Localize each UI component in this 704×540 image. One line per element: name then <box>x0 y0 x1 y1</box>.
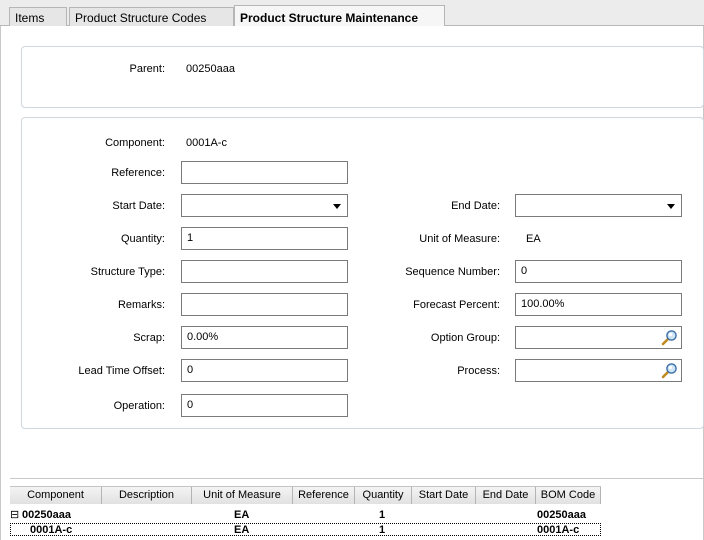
forecast-percent-label: Forecast Percent: <box>413 299 500 311</box>
start-date-dropdown[interactable] <box>181 194 348 217</box>
tab-items-label: Items <box>15 11 45 25</box>
tab-bar: Items Product Structure Codes Product St… <box>0 0 704 27</box>
magnifier-icon[interactable] <box>661 362 678 379</box>
row-component: 00250aaa <box>22 509 71 521</box>
component-label: Component: <box>105 137 165 149</box>
row-component: 0001A-c <box>30 524 73 536</box>
component-panel: Component: 0001A-c Reference: Start Date… <box>21 117 704 429</box>
lead-time-offset-input[interactable]: 0 <box>181 359 348 382</box>
grid-header: Component Description Unit of Measure Re… <box>10 486 601 504</box>
remarks-label: Remarks: <box>117 299 165 311</box>
start-date-label: Start Date: <box>112 200 165 212</box>
unit-of-measure-value: EA <box>526 233 541 245</box>
grid-separator <box>10 478 704 479</box>
row-bom-code: 00250aaa <box>537 509 586 521</box>
column-header-bom-code[interactable]: BOM Code <box>536 487 601 504</box>
quantity-label: Quantity: <box>120 233 165 245</box>
collapse-icon[interactable]: ⊟ <box>10 509 19 522</box>
remarks-input[interactable] <box>181 293 348 316</box>
chevron-down-icon[interactable] <box>667 204 675 209</box>
lead-time-offset-label: Lead Time Offset: <box>78 365 165 377</box>
column-header-start-date[interactable]: Start Date <box>412 487 476 504</box>
row-unit-of-measure: EA <box>234 524 250 536</box>
process-lookup[interactable] <box>515 359 682 382</box>
component-value: 0001A-c <box>186 137 227 149</box>
column-header-end-date[interactable]: End Date <box>476 487 536 504</box>
end-date-dropdown[interactable] <box>515 194 682 217</box>
parent-value: 00250aaa <box>186 63 235 75</box>
column-header-description[interactable]: Description <box>102 487 192 504</box>
reference-input[interactable] <box>181 161 348 184</box>
tab-items[interactable]: Items <box>9 7 67 26</box>
row-unit-of-measure: EA <box>234 509 250 521</box>
sequence-number-label: Sequence Number: <box>405 266 500 278</box>
column-header-unit-of-measure[interactable]: Unit of Measure <box>192 487 293 504</box>
table-row[interactable]: ⊟ 00250aaa EA 1 00250aaa <box>10 509 601 522</box>
row-bom-code: 0001A-c <box>537 524 580 536</box>
tab-product-structure-codes-label: Product Structure Codes <box>75 11 207 25</box>
tab-product-structure-maintenance-label: Product Structure Maintenance <box>240 11 419 25</box>
tab-product-structure-codes[interactable]: Product Structure Codes <box>69 7 234 26</box>
option-group-label: Option Group: <box>430 332 500 344</box>
column-header-reference[interactable]: Reference <box>293 487 355 504</box>
structure-type-label: Structure Type: <box>90 266 165 278</box>
unit-of-measure-label: Unit of Measure: <box>419 233 500 245</box>
option-group-lookup[interactable] <box>515 326 682 349</box>
parent-panel: Parent: 00250aaa <box>21 46 704 108</box>
end-date-label: End Date: <box>451 200 500 212</box>
quantity-input[interactable]: 1 <box>181 227 348 250</box>
sequence-number-input[interactable]: 0 <box>515 260 682 283</box>
parent-label: Parent: <box>129 63 165 75</box>
chevron-down-icon[interactable] <box>333 204 341 209</box>
tab-product-structure-maintenance[interactable]: Product Structure Maintenance <box>234 5 445 27</box>
process-label: Process: <box>457 365 500 377</box>
structure-type-input[interactable] <box>181 260 348 283</box>
reference-label: Reference: <box>111 167 165 179</box>
row-quantity: 1 <box>379 524 386 536</box>
operation-input[interactable]: 0 <box>181 394 348 417</box>
scrap-input[interactable]: 0.00% <box>181 326 348 349</box>
column-header-quantity[interactable]: Quantity <box>355 487 412 504</box>
forecast-percent-input[interactable]: 100.00% <box>515 293 682 316</box>
operation-label: Operation: <box>113 400 165 412</box>
scrap-label: Scrap: <box>133 332 165 344</box>
column-header-component[interactable]: Component <box>10 487 102 504</box>
magnifier-icon[interactable] <box>661 329 678 346</box>
tab-content: Parent: 00250aaa Component: 0001A-c Refe… <box>0 26 704 540</box>
table-row[interactable]: 0001A-c EA 1 0001A-c <box>10 523 601 536</box>
row-quantity: 1 <box>379 509 386 521</box>
